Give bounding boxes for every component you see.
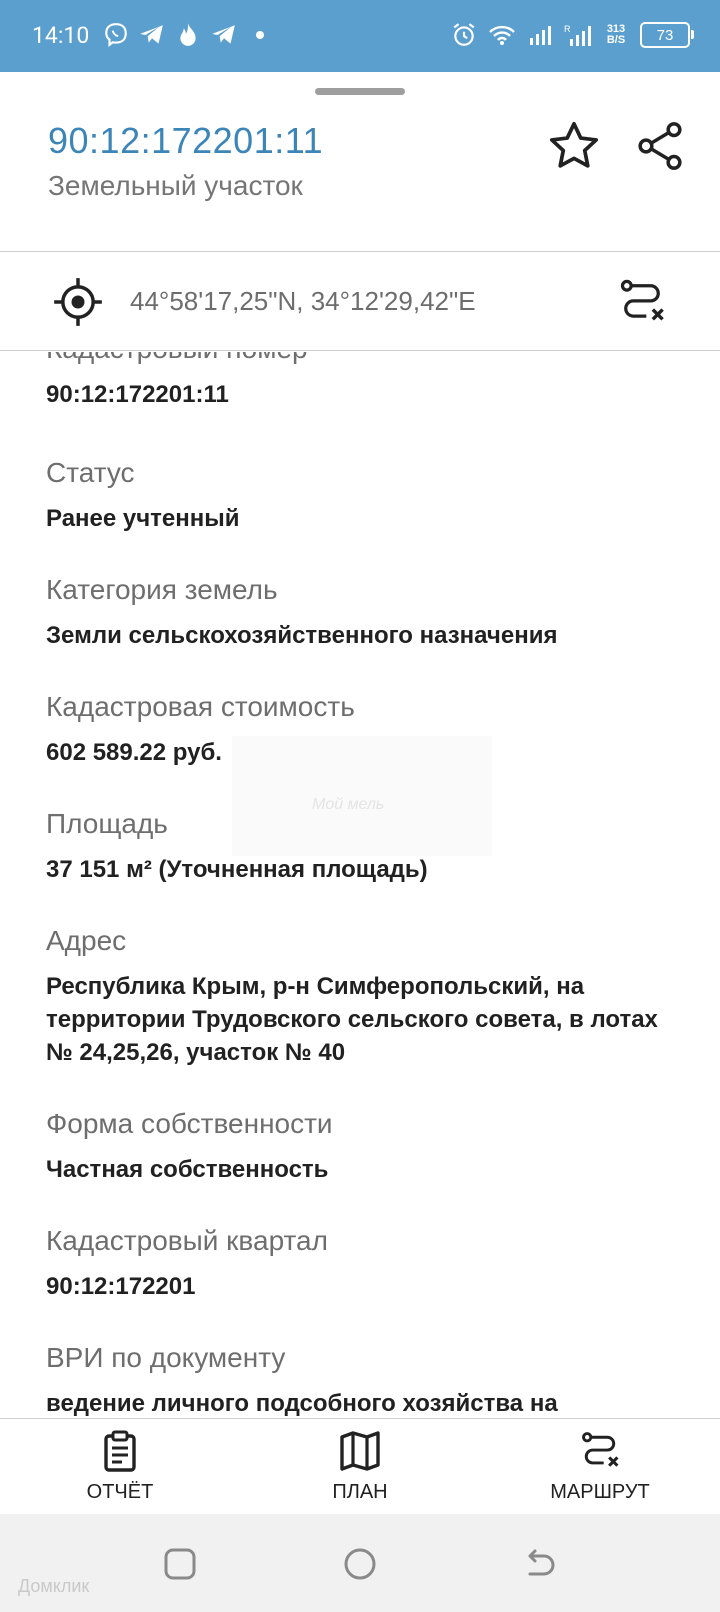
field-label: Форма собственности [46,1108,333,1139]
report-button[interactable]: ОТЧЁТ [30,1429,210,1504]
star-icon [549,121,599,168]
route-cancel-icon [620,279,664,321]
recent-apps-button[interactable] [160,1544,200,1584]
field-label: Статус [46,457,135,488]
map-icon [338,1429,382,1473]
battery-icon: 73 [640,22,694,48]
field-label: Категория земель [46,574,278,605]
field-land-category: Категория земель Земли сельскохозяйствен… [46,573,686,652]
telegram-icon [210,18,238,52]
coordinates-text[interactable]: 44°58'17,25"N, 34°12'29,42"E [130,286,476,317]
signal-icon [526,18,554,52]
bottom-action-bar: ОТЧЁТ ПЛАН МАРШРУТ [0,1418,720,1515]
field-value: 37 151 м² (Уточненная площадь) [46,856,428,883]
field-ownership-form: Форма собственности Частная собственност… [46,1107,686,1186]
share-icon [638,122,682,170]
field-cadastral-quarter: Кадастровый квартал 90:12:172201 [46,1224,686,1303]
plan-button[interactable]: ПЛАН [270,1429,450,1504]
circle-icon [344,1548,376,1580]
route-tab-button[interactable]: МАРШРУТ [510,1429,690,1504]
field-cadastral-number: Кадастровый номер 90:12:172201:11 [46,352,686,411]
square-icon [164,1548,196,1580]
network-speed-unit: B/S [606,34,626,46]
watermark-text: Мой мель [312,796,385,813]
viber-icon [102,18,130,52]
field-value: Республика Крым, р-н Симферопольский, на… [46,973,658,1066]
clipboard-icon [98,1429,142,1473]
back-button[interactable] [520,1544,560,1584]
system-icons: R 313 B/S 73 [450,18,694,52]
page-title: 90:12:172201:11 [48,120,324,161]
field-value: 90:12:172201:11 [46,381,229,408]
telegram-icon [138,18,166,52]
field-label: Кадастровый квартал [46,1225,328,1256]
system-navigation-bar: Домклик [0,1514,720,1612]
back-arrow-icon [528,1549,555,1576]
page-subtitle: Земельный участок [48,170,303,201]
divider [0,350,720,351]
field-permitted-use: ВРИ по документу ведение личного подсобн… [46,1341,686,1418]
field-value: Земли сельскохозяйственного назначения [46,622,558,649]
svg-text:R: R [564,24,571,34]
alarm-icon [450,18,478,52]
corner-watermark: Домклик [18,1576,90,1596]
status-time: 14:10 [32,22,90,49]
coordinates-row: 44°58'17,25"N, 34°12'29,42"E [0,252,720,350]
notification-icons [102,18,274,52]
details-list[interactable]: Кадастровый номер 90:12:172201:11 Статус… [0,352,720,1418]
field-value: 90:12:172201 [46,1273,196,1300]
field-value: Ранее учтенный [46,505,240,532]
sheet-drag-handle[interactable] [315,88,405,95]
field-value: Частная собственность [46,1156,329,1183]
wifi-icon [488,18,516,52]
route-button[interactable] [616,276,668,328]
field-value: ведение личного подсобного хозяйства на [46,1390,558,1417]
home-button[interactable] [340,1544,380,1584]
fire-icon [174,18,202,52]
signal-roaming-icon: R [564,18,592,52]
field-address: Адрес Республика Крым, р-н Симферопольск… [46,924,686,1069]
favorite-button[interactable] [546,118,602,174]
plan-label: ПЛАН [332,1481,388,1503]
field-status: Статус Ранее учтенный [46,456,686,535]
dot-icon [246,18,274,52]
route-label: МАРШРУТ [550,1481,650,1503]
field-label: Кадастровая стоимость [46,691,355,722]
report-label: ОТЧЁТ [86,1481,154,1503]
crosshair-icon [54,278,102,326]
share-button[interactable] [632,118,688,174]
route-cancel-icon [578,1429,622,1473]
field-label: Адрес [46,925,127,956]
battery-level: 73 [656,26,674,44]
watermark: Мой мель [232,736,492,856]
field-label: ВРИ по документу [46,1342,286,1373]
locate-button[interactable] [52,276,104,328]
status-bar: 14:10 R 313 B/S 73 [0,0,720,72]
field-label: Кадастровый номер [46,352,686,366]
network-speed: 313 B/S [602,18,630,52]
